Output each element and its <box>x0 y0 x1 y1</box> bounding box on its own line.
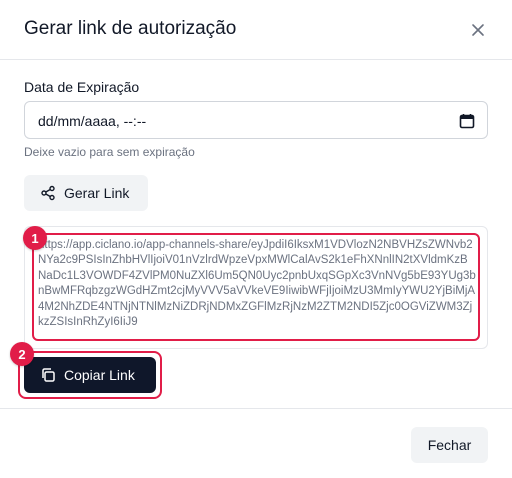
copy-icon <box>42 368 55 382</box>
date-input-value: dd/mm/aaaa, --:-- <box>38 113 147 129</box>
share-icon <box>41 185 55 201</box>
annotation-badge-1: 1 <box>23 226 47 250</box>
copy-link-label: Copiar Link <box>64 367 135 383</box>
annotation-badge-2: 2 <box>10 342 34 366</box>
dialog-title: Gerar link de autorização <box>24 18 237 39</box>
copy-link-button[interactable]: Copiar Link <box>24 357 156 393</box>
expiration-date-input[interactable]: dd/mm/aaaa, --:-- <box>24 101 488 139</box>
generated-link-text[interactable]: https://app.ciclano.io/app-channels-shar… <box>38 238 476 330</box>
close-button[interactable] <box>466 18 490 42</box>
generate-link-label: Gerar Link <box>64 185 130 201</box>
close-dialog-label: Fechar <box>427 437 472 453</box>
close-icon <box>472 24 484 36</box>
generate-link-button[interactable]: Gerar Link <box>24 175 148 211</box>
calendar-icon[interactable] <box>459 113 475 129</box>
dialog-header: Gerar link de autorização <box>0 0 512 60</box>
expiration-date-label: Data de Expiração <box>24 79 140 95</box>
expiration-hint: Deixe vazio para sem expiração <box>24 145 195 159</box>
close-dialog-button[interactable]: Fechar <box>411 427 488 463</box>
authorization-link-dialog: Gerar link de autorização Data de Expira… <box>0 0 512 478</box>
